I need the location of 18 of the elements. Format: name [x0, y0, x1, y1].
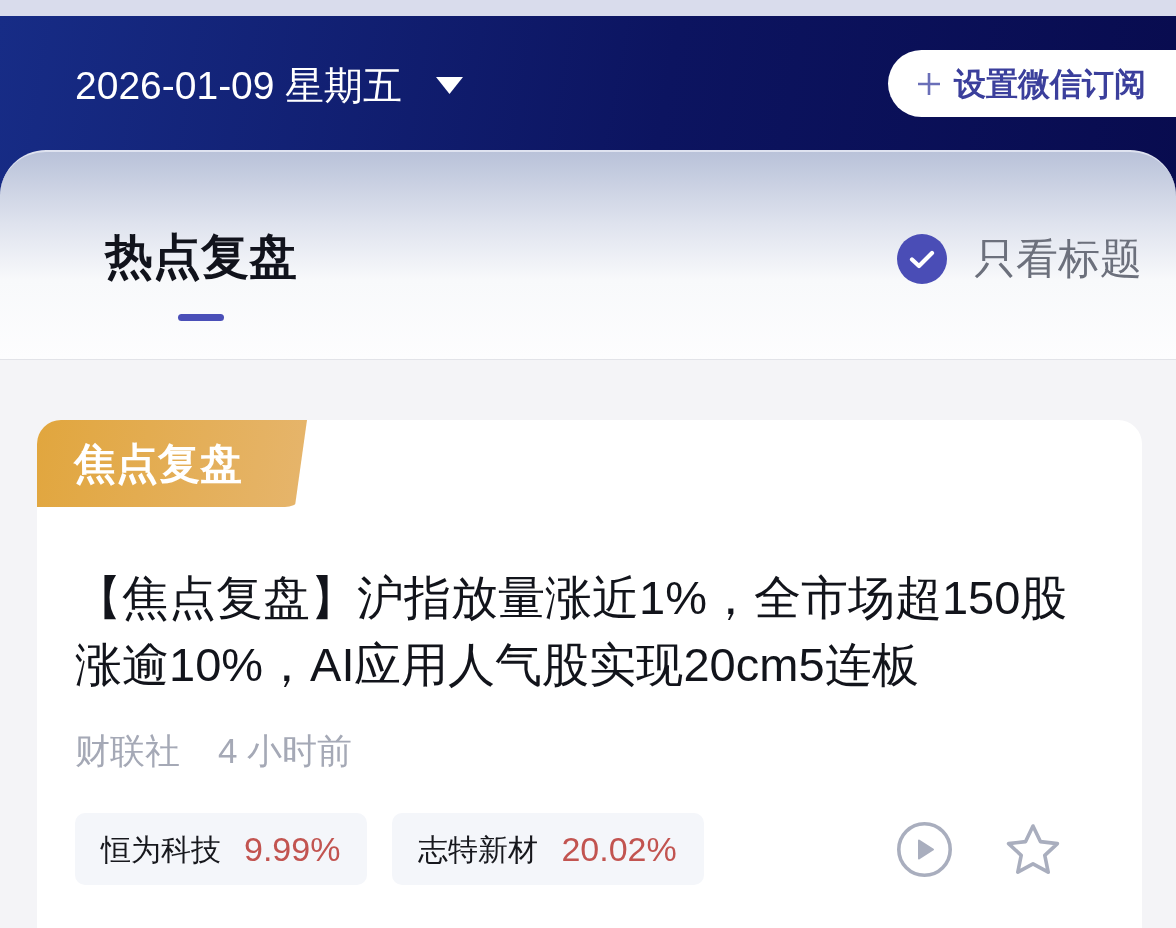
stock-chip[interactable]: 恒为科技 9.99%: [75, 813, 368, 885]
stock-name: 恒为科技: [101, 831, 221, 868]
subscribe-button[interactable]: 设置微信订阅: [888, 50, 1176, 117]
category-tag: 焦点复盘: [37, 420, 307, 507]
stock-name: 志特新材: [418, 831, 539, 868]
caret-down-icon: [436, 76, 464, 94]
title-only-toggle[interactable]: 只看标题: [897, 234, 1142, 285]
date-dropdown[interactable]: 2026-01-09 星期五: [75, 50, 464, 120]
play-icon[interactable]: [897, 821, 952, 877]
star-icon[interactable]: [1004, 822, 1062, 876]
plus-icon: [918, 72, 940, 95]
article-time: 4 小时前: [218, 730, 353, 772]
tab[interactable]: 热点复盘: [105, 228, 297, 321]
article-source: 财联社: [75, 730, 180, 772]
stock-chip[interactable]: 志特新材 20.02%: [392, 813, 704, 885]
stock-change: 20.02%: [561, 828, 677, 870]
article-headline[interactable]: 【焦点复盘】沪指放量涨近1%，全市场超150股涨逾10%，AI应用人气股实现20cm5连板: [75, 564, 1106, 698]
stock-change: 9.99%: [244, 828, 341, 870]
